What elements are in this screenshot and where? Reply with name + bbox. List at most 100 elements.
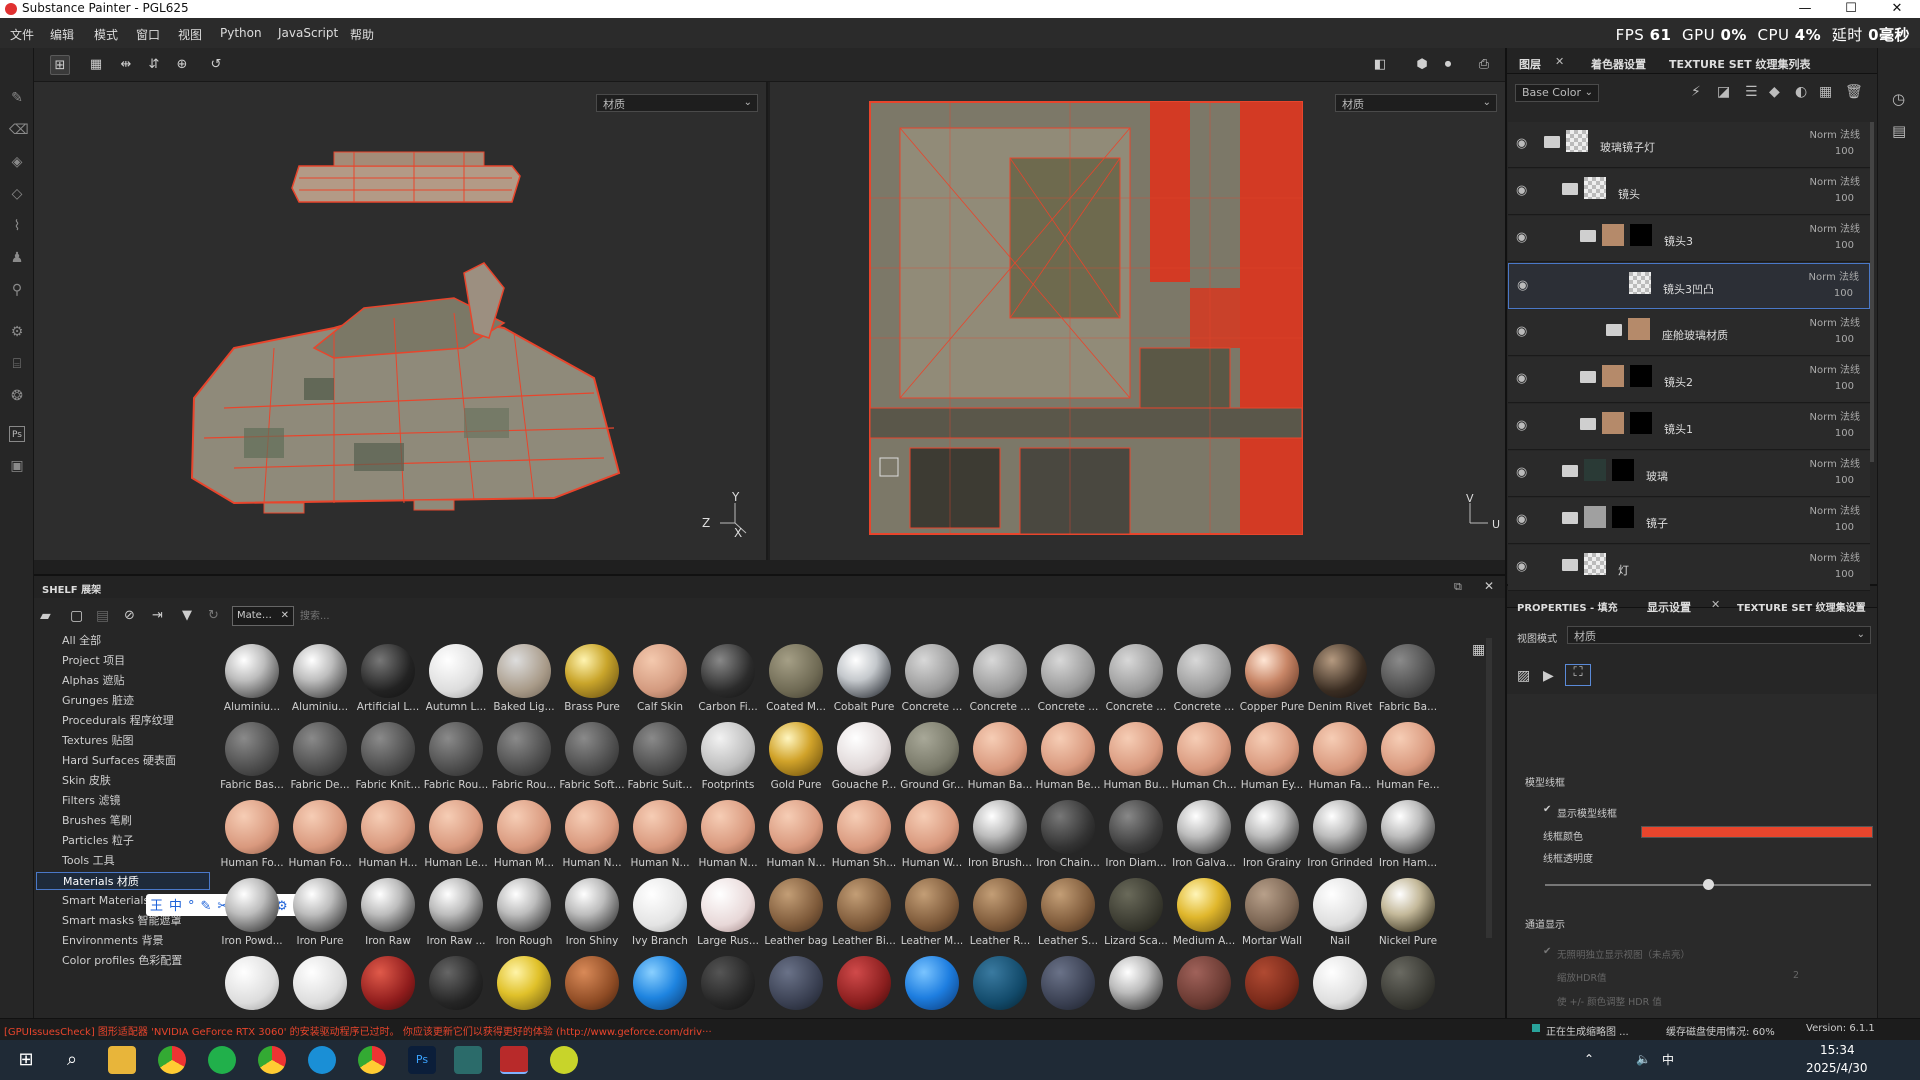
tree-tools[interactable]: Tools 工具 bbox=[62, 852, 212, 870]
layer-row[interactable]: ◉ 玻璃镜子灯 Norm 法线 100 bbox=[1508, 122, 1870, 168]
material-item[interactable]: Brass Pure bbox=[558, 640, 626, 718]
material-item[interactable]: Cobalt Pure bbox=[830, 640, 898, 718]
tree-brushes[interactable]: Brushes 笔刷 bbox=[62, 812, 212, 830]
material-item[interactable] bbox=[354, 952, 422, 1018]
material-item[interactable]: Iron Rough bbox=[490, 874, 558, 952]
material-item[interactable]: Concrete ... bbox=[1170, 640, 1238, 718]
tree-all[interactable]: All 全部 bbox=[62, 632, 212, 650]
material-item[interactable] bbox=[490, 952, 558, 1018]
material-item[interactable]: Leather M... bbox=[898, 874, 966, 952]
stack-icon[interactable]: ☰ bbox=[1745, 84, 1758, 100]
material-item[interactable]: Iron Pure bbox=[286, 874, 354, 952]
magic-wand-icon[interactable]: ⚡ bbox=[1691, 84, 1701, 100]
material-item[interactable]: Carbon Fi... bbox=[694, 640, 762, 718]
tab-layers-close-icon[interactable]: ✕ bbox=[1555, 55, 1564, 68]
layer-blend-mode[interactable]: Norm 法线 bbox=[1810, 126, 1860, 141]
material-item[interactable]: Fabric Rou... bbox=[490, 718, 558, 796]
material-item[interactable]: Nickel Pure bbox=[1374, 874, 1442, 952]
history-clock-icon[interactable]: ◷ bbox=[1892, 90, 1905, 108]
windows-start-icon[interactable]: ⊞ bbox=[12, 1046, 40, 1074]
eye-visibility-icon[interactable]: ◉ bbox=[1516, 371, 1532, 387]
folder-icon[interactable] bbox=[1580, 418, 1596, 430]
tree-color-profiles[interactable]: Color profiles 色彩配置 bbox=[62, 952, 212, 970]
viewport-material-dropdown-right[interactable]: 材质 ⌄ bbox=[1335, 94, 1497, 112]
filter-icon[interactable]: ▼ bbox=[182, 608, 192, 623]
material-item[interactable]: Calf Skin bbox=[626, 640, 694, 718]
material-item[interactable]: Iron Shiny bbox=[558, 874, 626, 952]
checkbox-show-wireframe[interactable]: ✔ bbox=[1543, 804, 1551, 815]
material-item[interactable]: Lizard Sca... bbox=[1102, 874, 1170, 952]
layer-blend-mode[interactable]: Norm 法线 bbox=[1810, 408, 1860, 423]
material-item[interactable]: Iron Chain... bbox=[1034, 796, 1102, 874]
menu-window[interactable]: 窗口 bbox=[136, 26, 160, 43]
folder-icon[interactable] bbox=[1544, 136, 1560, 148]
layer-opacity[interactable]: 100 bbox=[1835, 146, 1854, 157]
layer-row[interactable]: ◉ 镜头3 Norm 法线 100 bbox=[1508, 216, 1870, 262]
material-item[interactable]: Copper Pure bbox=[1238, 640, 1306, 718]
new-folder-icon[interactable]: ▦ bbox=[1819, 84, 1832, 100]
search-icon[interactable]: ⌕ bbox=[58, 1046, 86, 1074]
export-icon[interactable]: ⌸ bbox=[9, 356, 25, 372]
layer-opacity[interactable]: 100 bbox=[1834, 288, 1853, 299]
material-item[interactable]: Large Rus... bbox=[694, 874, 762, 952]
screenshot-icon[interactable]: ▣ bbox=[9, 458, 25, 474]
menu-javascript[interactable]: JavaScript bbox=[278, 26, 338, 40]
eye-visibility-icon[interactable]: ◉ bbox=[1516, 324, 1532, 340]
layer-row[interactable]: ◉ 镜头1 Norm 法线 100 bbox=[1508, 404, 1870, 450]
ime-lang-indicator[interactable]: 中 bbox=[1662, 1051, 1674, 1068]
cube-view-icon[interactable]: ⬢ bbox=[1412, 55, 1432, 75]
material-item[interactable]: Leather R... bbox=[966, 874, 1034, 952]
layers-scrollbar[interactable] bbox=[1870, 122, 1874, 462]
folder-icon[interactable]: ▰ bbox=[40, 608, 51, 624]
material-item[interactable]: Iron Raw bbox=[354, 874, 422, 952]
material-item[interactable]: Fabric De... bbox=[286, 718, 354, 796]
color-picker-icon[interactable]: ⚲ bbox=[9, 282, 25, 298]
layer-opacity[interactable]: 100 bbox=[1835, 334, 1854, 345]
layer-blend-mode[interactable]: Norm 法线 bbox=[1810, 502, 1860, 517]
folder-icon[interactable] bbox=[1562, 559, 1578, 571]
tree-materials[interactable]: Materials 材质 bbox=[36, 872, 210, 890]
material-item[interactable]: Leather Bi... bbox=[830, 874, 898, 952]
layer-opacity[interactable]: 100 bbox=[1835, 569, 1854, 580]
layer-mask-thumbnail[interactable] bbox=[1612, 459, 1634, 481]
layer-opacity[interactable]: 100 bbox=[1835, 522, 1854, 533]
material-item[interactable]: Fabric Ba... bbox=[1374, 640, 1442, 718]
material-item[interactable]: Human H... bbox=[354, 796, 422, 874]
log-icon[interactable]: ▤ bbox=[1892, 122, 1906, 140]
substance-painter-taskbar-icon[interactable] bbox=[500, 1046, 528, 1074]
layer-opacity[interactable]: 100 bbox=[1835, 193, 1854, 204]
layer-blend-mode[interactable]: Norm 法线 bbox=[1810, 361, 1860, 376]
view-single-icon[interactable]: ⊞ bbox=[50, 55, 70, 75]
material-item[interactable]: Human Fo... bbox=[218, 796, 286, 874]
material-item[interactable] bbox=[1170, 952, 1238, 1018]
paint-brush-icon[interactable]: ✎ bbox=[9, 90, 25, 106]
layer-row[interactable]: ◉ 灯 Norm 法线 100 bbox=[1508, 545, 1870, 591]
layer-blend-mode[interactable]: Norm 法线 bbox=[1810, 549, 1860, 564]
filter-tag-close-icon[interactable]: ✕ bbox=[281, 610, 289, 621]
tab-display-close-icon[interactable]: ✕ bbox=[1711, 598, 1720, 611]
tray-arrow-icon[interactable]: ⌃ bbox=[1584, 1052, 1594, 1066]
menu-view[interactable]: 视图 bbox=[178, 26, 202, 43]
material-item[interactable]: Fabric Rou... bbox=[422, 718, 490, 796]
tab-texture-set-list[interactable]: TEXTURE SET 纹理集列表 bbox=[1669, 56, 1811, 72]
menu-edit[interactable]: 编辑 bbox=[50, 26, 74, 43]
view-grid-icon[interactable]: ▦ bbox=[86, 55, 106, 75]
3dsmax-icon[interactable] bbox=[454, 1046, 482, 1074]
material-item[interactable]: Human M... bbox=[490, 796, 558, 874]
eye-visibility-icon[interactable]: ◉ bbox=[1516, 183, 1532, 199]
edge-icon[interactable] bbox=[308, 1046, 336, 1074]
layer-blend-mode[interactable]: Norm 法线 bbox=[1810, 220, 1860, 235]
layer-blend-mode[interactable]: Norm 法线 bbox=[1810, 314, 1860, 329]
photoshop-taskbar-icon[interactable]: Ps bbox=[408, 1046, 436, 1074]
maximize-button[interactable]: ☐ bbox=[1828, 0, 1874, 18]
layer-row[interactable]: ◉ 镜子 Norm 法线 100 bbox=[1508, 498, 1870, 544]
material-item[interactable] bbox=[1238, 952, 1306, 1018]
tree-project[interactable]: Project 项目 bbox=[62, 652, 212, 670]
material-item[interactable] bbox=[558, 952, 626, 1018]
folder-icon[interactable] bbox=[1562, 465, 1578, 477]
tree-filters[interactable]: Filters 滤镜 bbox=[62, 792, 212, 810]
material-item[interactable]: Artificial L... bbox=[354, 640, 422, 718]
add-icon[interactable]: ⊕ bbox=[172, 55, 192, 75]
material-item[interactable]: Human Ey... bbox=[1238, 718, 1306, 796]
tree-grunges[interactable]: Grunges 脏迹 bbox=[62, 692, 212, 710]
